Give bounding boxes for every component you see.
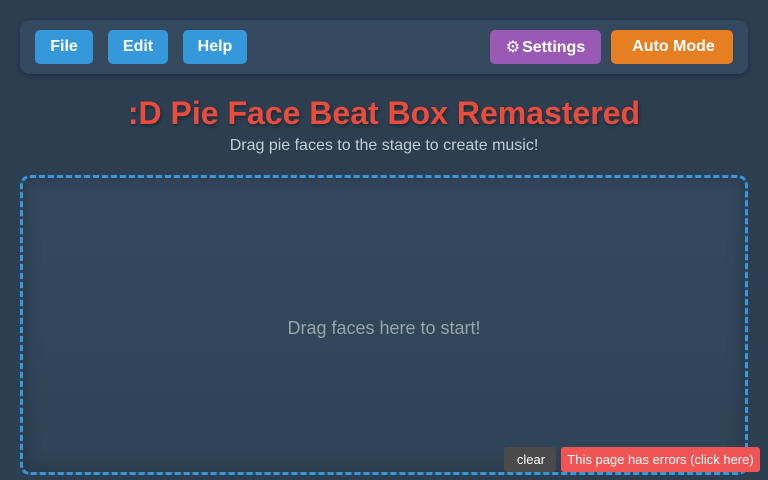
stage-hint-text: Drag faces here to start! <box>287 318 481 338</box>
clear-label: clear <box>516 452 546 467</box>
gear-icon: ⚙ <box>505 37 521 56</box>
page-subtitle: Drag pie faces to the stage to create mu… <box>229 137 539 154</box>
help-menu-button[interactable]: Help <box>183 30 247 64</box>
edit-menu-button[interactable]: Edit <box>108 30 168 64</box>
top-toolbar: File Edit Help ⚙ Settings Auto Mode <box>20 20 748 74</box>
drop-stage[interactable]: Drag faces here to start! <box>20 175 748 475</box>
auto-mode-button[interactable]: Auto Mode <box>611 30 733 64</box>
settings-button-label: Settings <box>522 39 586 56</box>
page-errors-badge[interactable]: This page has errors (click here) <box>561 447 760 472</box>
clear-console-button[interactable]: clear <box>504 447 556 472</box>
page-title: :D Pie Face Beat Box Remastered <box>127 95 641 131</box>
settings-button[interactable]: ⚙ Settings <box>490 30 601 64</box>
auto-mode-button-label: Auto Mode <box>632 38 715 55</box>
file-menu-button[interactable]: File <box>35 30 93 64</box>
